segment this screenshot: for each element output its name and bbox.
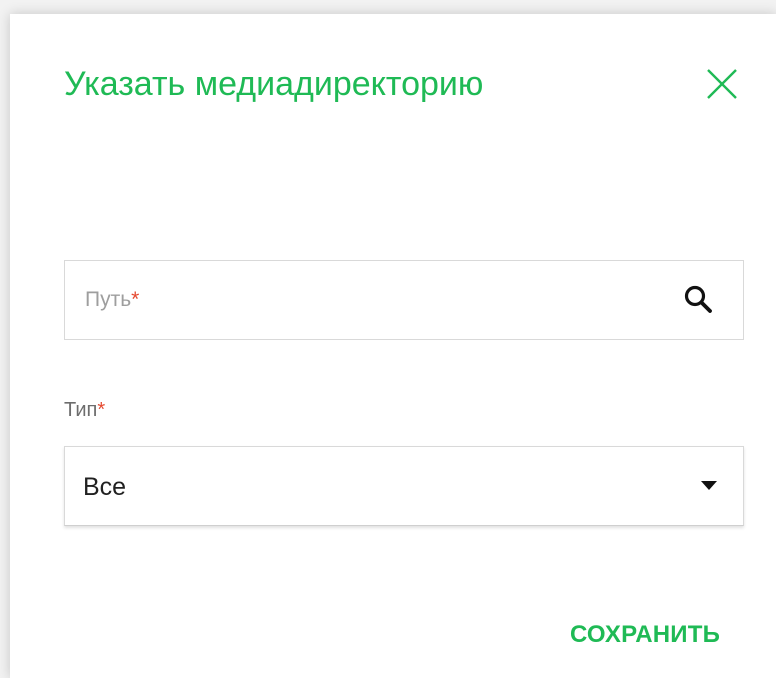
media-directory-dialog: Указать медиадиректорию Путь* Тип* Все С…	[10, 14, 776, 678]
caret-down-icon	[701, 481, 717, 490]
search-icon	[684, 285, 712, 313]
path-placeholder: Путь*	[85, 285, 139, 315]
path-placeholder-text: Путь	[85, 288, 132, 311]
path-input[interactable]: Путь*	[64, 260, 744, 340]
type-select[interactable]: Все	[64, 446, 744, 526]
search-button[interactable]	[681, 282, 717, 318]
required-mark: *	[131, 288, 140, 311]
type-selected-value: Все	[83, 473, 127, 501]
type-label: Тип*	[64, 396, 105, 424]
save-button[interactable]: СОХРАНИТЬ	[570, 618, 720, 652]
dialog-title: Указать медиадиректорию	[64, 65, 484, 103]
close-icon	[707, 69, 737, 99]
required-mark: *	[97, 399, 106, 421]
type-label-text: Тип	[64, 399, 98, 421]
close-button[interactable]	[700, 62, 744, 106]
